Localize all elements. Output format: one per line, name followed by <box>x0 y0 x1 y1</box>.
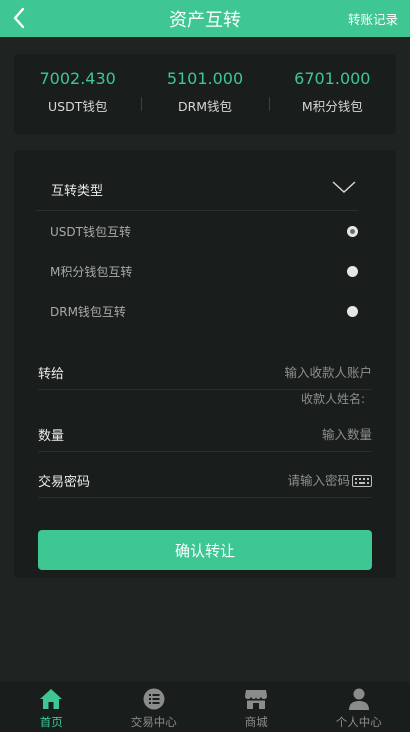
recipient-input[interactable] <box>172 365 372 380</box>
quantity-field: 数量 <box>38 418 372 452</box>
radio-button-selected[interactable] <box>347 225 358 237</box>
password-label: 交易密码 <box>38 475 91 490</box>
tab-label: 商城 <box>244 715 268 729</box>
confirm-transfer-button[interactable]: 确认转让 <box>38 530 372 570</box>
wallet-drm: 5101.000 DRM钱包 <box>141 54 268 134</box>
option-label: DRM钱包互转 <box>50 304 126 319</box>
option-label: M积分钱包互转 <box>50 264 133 279</box>
quantity-input[interactable] <box>172 427 372 442</box>
wallet-m-points: 6701.000 M积分钱包 <box>268 54 396 134</box>
keyboard-icon[interactable] <box>352 474 372 487</box>
transfer-type-label: 互转类型 <box>51 183 104 199</box>
radio-button[interactable] <box>347 265 358 277</box>
top-nav-bar: 资产互转 转账记录 <box>0 0 410 37</box>
chevron-down-icon <box>332 181 356 193</box>
wallet-amount: 6701.000 <box>294 69 371 88</box>
bottom-tab-bar: 首页 交易中心 商城 个人中心 <box>0 682 410 732</box>
transfer-record-link[interactable]: 转账记录 <box>348 0 398 37</box>
wallet-usdt: 7002.430 USDT钱包 <box>14 54 141 134</box>
user-icon <box>348 687 370 711</box>
tab-label: 个人中心 <box>335 715 382 729</box>
tab-trading-center[interactable]: 交易中心 <box>103 682 206 732</box>
password-field: 交易密码 <box>38 464 372 498</box>
wallet-amount: 5101.000 <box>166 69 244 88</box>
tab-store[interactable]: 商城 <box>205 682 308 732</box>
recipient-field: 转给 <box>38 356 372 390</box>
radio-button[interactable] <box>347 305 358 317</box>
chevron-left-icon <box>13 7 25 29</box>
option-drm-transfer[interactable]: DRM钱包互转 <box>50 299 362 323</box>
wallet-label: USDT钱包 <box>47 99 108 114</box>
tab-label: 首页 <box>39 715 63 729</box>
home-icon <box>39 687 63 711</box>
list-icon <box>143 687 165 711</box>
password-input[interactable] <box>200 473 350 488</box>
quantity-label: 数量 <box>38 429 65 444</box>
wallet-amount: 7002.430 <box>39 69 116 88</box>
store-icon <box>244 687 268 711</box>
option-label: USDT钱包互转 <box>50 224 131 239</box>
wallet-balances: 7002.430 USDT钱包 5101.000 DRM钱包 6701.000 … <box>14 54 396 134</box>
tab-label: 交易中心 <box>130 715 177 729</box>
page-title: 资产互转 <box>169 9 241 31</box>
option-m-points-transfer[interactable]: M积分钱包互转 <box>50 259 362 283</box>
tab-home[interactable]: 首页 <box>0 682 103 732</box>
option-usdt-transfer[interactable]: USDT钱包互转 <box>50 219 362 243</box>
wallet-label: DRM钱包 <box>177 99 233 114</box>
back-button[interactable] <box>8 4 30 32</box>
recipient-label: 转给 <box>38 367 65 382</box>
payee-name-label: 收款人姓名: <box>300 392 365 406</box>
transfer-type-dropdown[interactable]: 互转类型 <box>36 170 358 211</box>
tab-profile[interactable]: 个人中心 <box>308 682 410 732</box>
wallet-label: M积分钱包 <box>301 99 363 114</box>
